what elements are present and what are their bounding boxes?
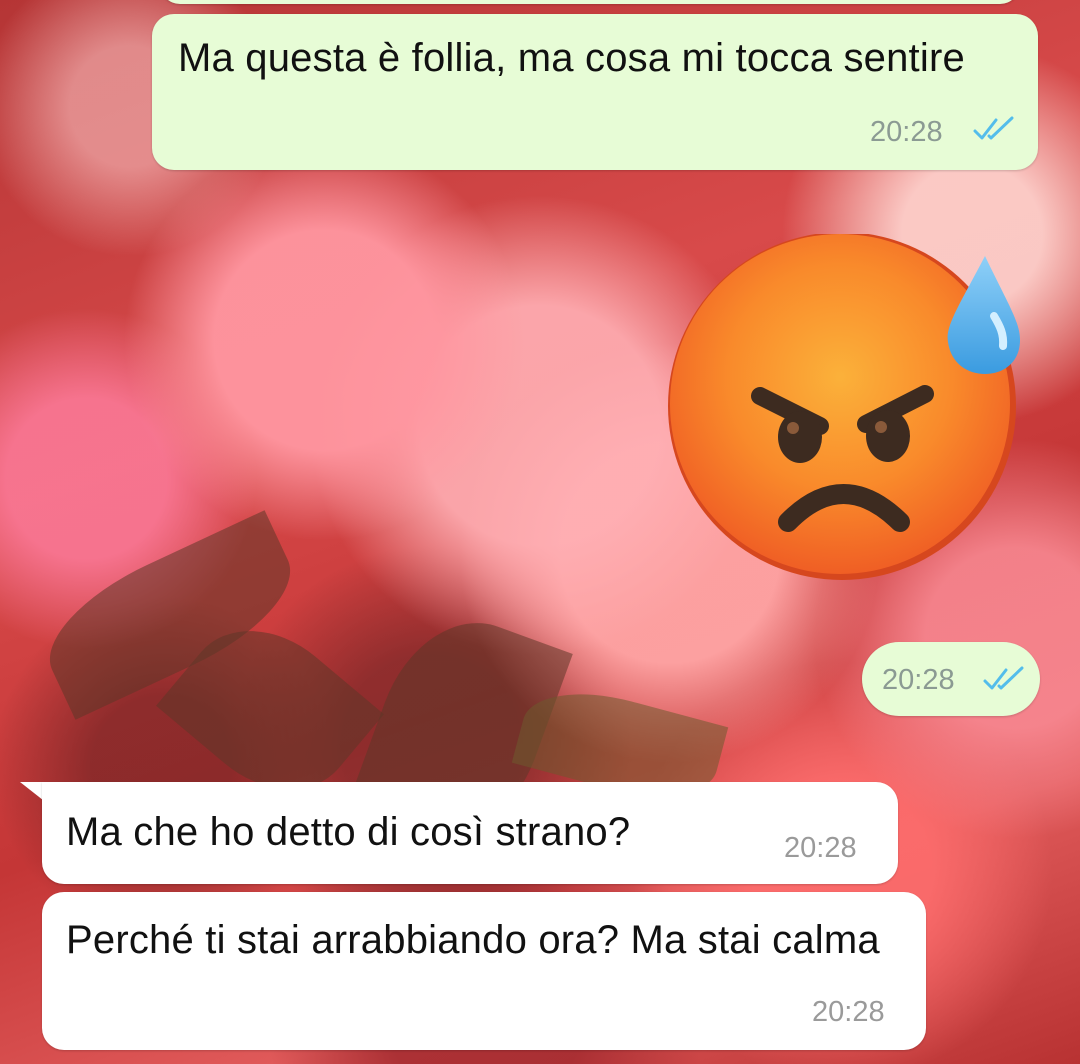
incoming-message-bubble[interactable]: Ma che ho detto di così strano? 20:28 bbox=[42, 782, 898, 884]
double-check-read-icon bbox=[973, 116, 1014, 140]
previous-message-bubble bbox=[160, 0, 1020, 4]
double-check-read-icon bbox=[983, 666, 1024, 690]
message-time: 20:28 bbox=[812, 996, 885, 1028]
outgoing-message-bubble[interactable]: Ma questa è follia, ma cosa mi tocca sen… bbox=[152, 14, 1038, 170]
message-text: Perché ti stai arrabbiando ora? Ma stai … bbox=[66, 918, 880, 962]
message-text: Ma questa è follia, ma cosa mi tocca sen… bbox=[178, 36, 965, 80]
message-text: Ma che ho detto di così strano? bbox=[66, 810, 631, 854]
message-time: 20:28 bbox=[870, 116, 943, 148]
incoming-message-bubble[interactable]: Perché ti stai arrabbiando ora? Ma stai … bbox=[42, 892, 926, 1050]
message-time: 20:28 bbox=[784, 832, 857, 864]
emoji-time-bubble: 20:28 bbox=[862, 642, 1040, 716]
message-time: 20:28 bbox=[882, 664, 955, 696]
angry-face-with-sweat-icon[interactable] bbox=[660, 232, 1030, 584]
